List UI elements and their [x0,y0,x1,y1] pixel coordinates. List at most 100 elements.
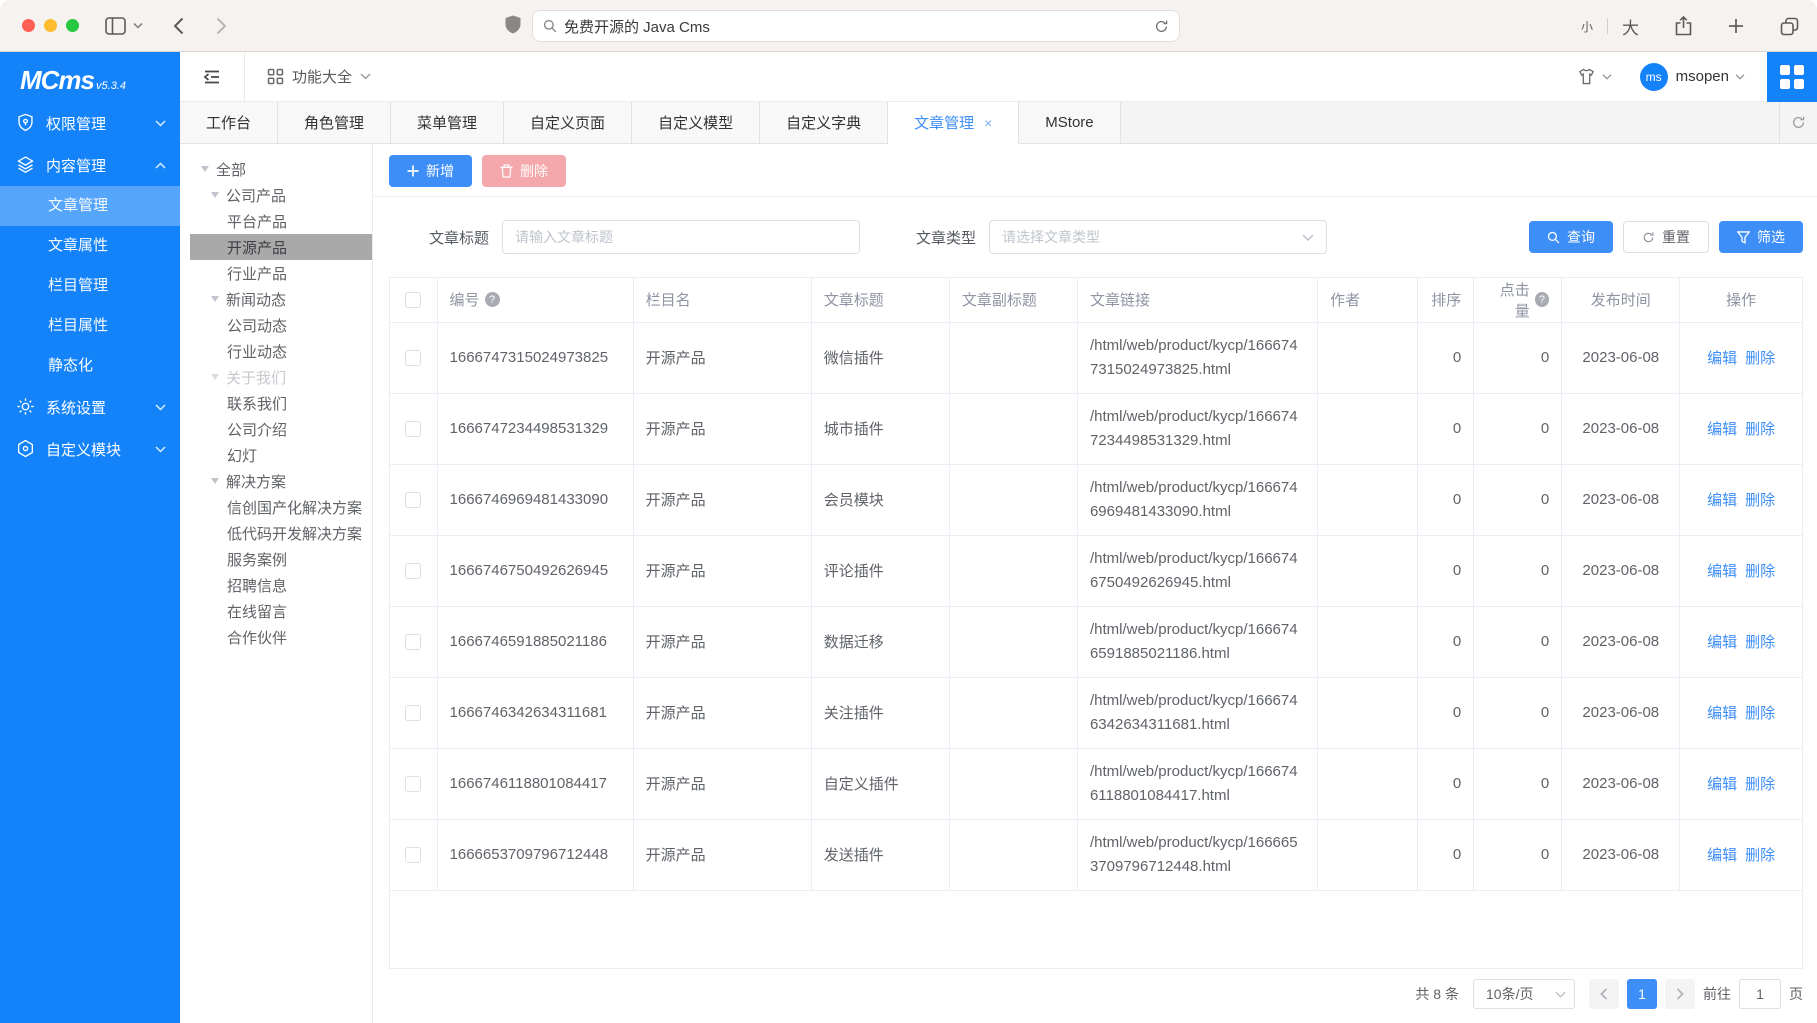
close-window-button[interactable] [22,19,35,32]
delete-link[interactable]: 删除 [1745,421,1775,438]
sidebar-subitem-静态化[interactable]: 静态化 [0,346,180,386]
sidebar-item-权限管理[interactable]: 权限管理 [0,102,180,144]
sidebar-item-内容管理[interactable]: 内容管理 [0,144,180,186]
edit-link[interactable]: 编辑 [1707,563,1737,580]
tree-expand-arrow-icon[interactable] [211,192,219,198]
sidebar-subitem-栏目属性[interactable]: 栏目属性 [0,306,180,346]
edit-link[interactable]: 编辑 [1707,350,1737,367]
sidebar-item-系统设置[interactable]: 系统设置 [0,386,180,428]
tree-node-公司产品[interactable]: 公司产品 [180,182,372,208]
theme-switcher[interactable] [1577,68,1612,85]
edit-link[interactable]: 编辑 [1707,421,1737,438]
tab-自定义字典[interactable]: 自定义字典 [760,102,888,143]
address-bar[interactable]: 免费开源的 Java Cms [532,10,1180,42]
tab-工作台[interactable]: 工作台 [180,102,278,143]
user-avatar[interactable]: ms [1640,63,1668,91]
tree-node-合作伙伴[interactable]: 合作伙伴 [180,624,372,650]
reset-button[interactable]: 重置 [1623,221,1709,253]
apps-launcher-button[interactable] [1767,52,1817,102]
sidebar-subitem-文章管理[interactable]: 文章管理 [0,186,180,226]
tree-node-开源产品[interactable]: 开源产品 [180,234,372,260]
tree-node-信创国产化解决方案[interactable]: 信创国产化解决方案 [180,494,372,520]
reload-icon[interactable] [1154,19,1169,34]
tree-node-公司介绍[interactable]: 公司介绍 [180,416,372,442]
tab-自定义模型[interactable]: 自定义模型 [632,102,760,143]
sidebar-subitem-栏目管理[interactable]: 栏目管理 [0,266,180,306]
tree-node-低代码开发解决方案[interactable]: 低代码开发解决方案 [180,520,372,546]
tree-expand-arrow-icon[interactable] [211,478,219,484]
current-page-button[interactable]: 1 [1627,979,1657,1009]
tree-node-服务案例[interactable]: 服务案例 [180,546,372,572]
delete-link[interactable]: 删除 [1745,350,1775,367]
delete-link[interactable]: 删除 [1745,563,1775,580]
tree-expand-arrow-icon[interactable] [201,166,209,172]
delete-link[interactable]: 删除 [1745,776,1775,793]
tree-node-行业动态[interactable]: 行业动态 [180,338,372,364]
function-menu[interactable]: 功能大全 [267,66,371,87]
page-size-select[interactable]: 10条/页 [1473,979,1575,1009]
sidebar-toggle-icon[interactable] [105,17,126,35]
zoom-window-button[interactable] [66,19,79,32]
select-all-checkbox[interactable] [405,292,421,308]
minimize-window-button[interactable] [44,19,57,32]
sidebar-subitem-文章属性[interactable]: 文章属性 [0,226,180,266]
username[interactable]: msopen [1676,68,1729,85]
filter-button[interactable]: 筛选 [1719,221,1803,253]
prev-page-button[interactable] [1589,979,1619,1009]
sidebar-chevron-icon[interactable] [133,22,143,29]
edit-link[interactable]: 编辑 [1707,492,1737,509]
delete-button[interactable]: 删除 [482,155,566,187]
tree-node-招聘信息[interactable]: 招聘信息 [180,572,372,598]
delete-link[interactable]: 删除 [1745,492,1775,509]
text-larger-button[interactable]: 大 [1622,14,1639,39]
tree-node-解决方案[interactable]: 解决方案 [180,468,372,494]
goto-page-input[interactable] [1739,979,1781,1009]
new-tab-icon[interactable] [1728,18,1744,34]
tree-node-平台产品[interactable]: 平台产品 [180,208,372,234]
edit-link[interactable]: 编辑 [1707,705,1737,722]
row-checkbox[interactable] [405,776,421,792]
edit-link[interactable]: 编辑 [1707,847,1737,864]
delete-link[interactable]: 删除 [1745,847,1775,864]
next-page-button[interactable] [1665,979,1695,1009]
row-checkbox[interactable] [405,492,421,508]
tree-expand-arrow-icon[interactable] [211,374,219,380]
tree-node-联系我们[interactable]: 联系我们 [180,390,372,416]
help-icon[interactable]: ? [1535,292,1550,307]
tab-overview-icon[interactable] [1780,17,1799,36]
search-button[interactable]: 查询 [1529,221,1613,253]
refresh-tab-icon[interactable] [1779,102,1817,143]
tree-node-行业产品[interactable]: 行业产品 [180,260,372,286]
tree-node-公司动态[interactable]: 公司动态 [180,312,372,338]
delete-link[interactable]: 删除 [1745,634,1775,651]
tree-node-全部[interactable]: 全部 [180,156,372,182]
edit-link[interactable]: 编辑 [1707,776,1737,793]
row-checkbox[interactable] [405,350,421,366]
tab-文章管理[interactable]: 文章管理× [888,102,1019,144]
edit-link[interactable]: 编辑 [1707,634,1737,651]
tree-node-关于我们[interactable]: 关于我们 [180,364,372,390]
row-checkbox[interactable] [405,847,421,863]
row-checkbox[interactable] [405,634,421,650]
sidebar-item-自定义模块[interactable]: 自定义模块 [0,428,180,470]
tree-node-在线留言[interactable]: 在线留言 [180,598,372,624]
tree-node-幻灯[interactable]: 幻灯 [180,442,372,468]
type-filter-select[interactable]: 请选择文章类型 [989,220,1327,254]
tab-自定义页面[interactable]: 自定义页面 [504,102,632,143]
tree-node-新闻动态[interactable]: 新闻动态 [180,286,372,312]
tab-MStore[interactable]: MStore [1019,102,1120,143]
tab-角色管理[interactable]: 角色管理 [278,102,391,143]
tab-菜单管理[interactable]: 菜单管理 [391,102,504,143]
help-icon[interactable]: ? [485,292,500,307]
title-filter-input[interactable] [502,220,860,254]
delete-link[interactable]: 删除 [1745,705,1775,722]
back-button[interactable] [173,17,184,35]
add-button[interactable]: 新增 [389,155,472,187]
tree-expand-arrow-icon[interactable] [211,296,219,302]
row-checkbox[interactable] [405,421,421,437]
share-icon[interactable] [1675,16,1692,36]
collapse-sidebar-icon[interactable] [202,67,222,87]
row-checkbox[interactable] [405,563,421,579]
row-checkbox[interactable] [405,705,421,721]
close-tab-icon[interactable]: × [984,115,992,131]
